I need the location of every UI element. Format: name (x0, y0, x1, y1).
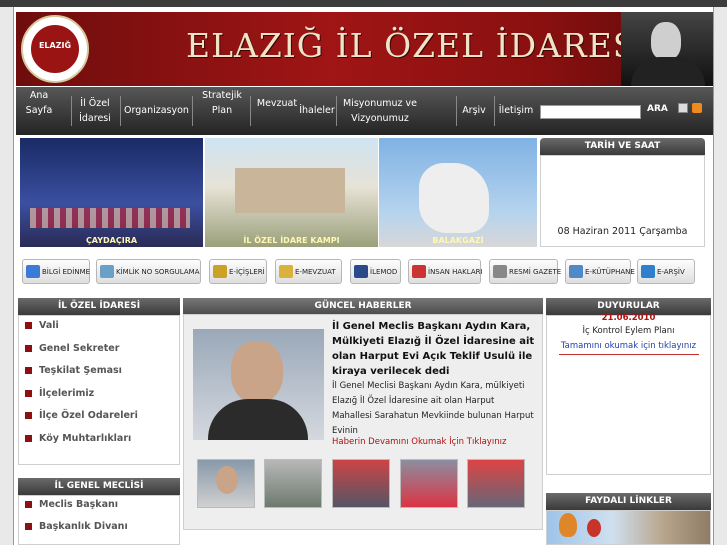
search-button[interactable]: ARA (647, 104, 668, 114)
menu-vali[interactable]: Vali (25, 320, 59, 331)
photo-caption: BALAKGAZİ (432, 236, 484, 245)
menu-koy[interactable]: Köy Muhtarlıkları (25, 433, 131, 444)
menu-meclis-baskani[interactable]: Meclis Başkanı (25, 499, 118, 510)
announcement-more-link[interactable]: Tamamını okumak için tıklayınız (547, 341, 710, 351)
nav-stratejik[interactable]: Stratejik Plan (200, 88, 244, 118)
header-banner: ELAZIĞ ELAZIĞ İL ÖZEL İDARESİ (16, 12, 713, 86)
btn-insan-haklari[interactable]: İNSAN HAKLARI (408, 259, 483, 284)
nav-divider (120, 96, 121, 126)
news-body: İl Genel Meclisi Başkanı Aydın Kara, mül… (332, 381, 534, 436)
nav-misyon[interactable]: Misyonumuz ve Vizyonumuz (342, 96, 418, 126)
nav-home[interactable]: Ana Sayfa (24, 88, 54, 118)
news-thumb[interactable] (197, 459, 255, 508)
menu-teskilat[interactable]: Teşkilat Şeması (25, 365, 122, 376)
announcement-item[interactable]: İç Kontrol Eylem Planı (547, 326, 710, 336)
nav-ihaleler[interactable]: İhaleler (298, 103, 336, 118)
nav-organizasyon[interactable]: Organizasyon (124, 103, 189, 118)
nav-arsiv[interactable]: Arşiv (460, 103, 488, 118)
nav-divider (494, 96, 495, 126)
menu-baskanlik-divani[interactable]: Başkanlık Divanı (25, 521, 128, 532)
btn-e-mevzuat[interactable]: E-MEVZUAT (275, 259, 342, 284)
menu-genel-sekreter[interactable]: Genel Sekreter (25, 343, 119, 354)
announcements-panel: 21.06.2010 İç Kontrol Eylem Planı Tamamı… (546, 313, 711, 475)
book-icon (412, 265, 426, 278)
nav-iletisim[interactable]: İletişim (498, 103, 534, 118)
nav-divider (336, 96, 337, 126)
btn-e-kutuphane[interactable]: E-KÜTÜPHANE (565, 259, 635, 284)
btn-resmi-gazete[interactable]: RESMİ GAZETE (489, 259, 561, 284)
menu-ilceler[interactable]: İlçelerimiz (25, 388, 94, 399)
announcement-date: 21.06.2010 (601, 313, 656, 323)
nav-divider (192, 96, 193, 126)
nav-divider (456, 96, 457, 126)
info-icon (26, 265, 40, 278)
news-thumb[interactable] (332, 459, 390, 508)
news-thumb[interactable] (467, 459, 525, 508)
print-icon[interactable] (678, 103, 688, 113)
current-date: 08 Haziran 2011 Çarşamba (557, 226, 688, 237)
rss-icon[interactable] (692, 103, 702, 113)
links-banner[interactable] (546, 510, 711, 545)
news-photo[interactable] (193, 329, 324, 440)
news-thumb[interactable] (400, 459, 458, 508)
news-more-link[interactable]: Haberin Devamını Okumak İçin Tıklayınız (332, 437, 536, 447)
left-menu-ozel: Vali Genel Sekreter Teşkilat Şeması İlçe… (18, 315, 180, 465)
photo-caption: İL ÖZEL İDARE KAMPI (243, 236, 340, 245)
search-input[interactable] (540, 105, 641, 119)
nav-divider (250, 96, 251, 126)
newspaper-icon (493, 265, 507, 278)
news-thumb[interactable] (264, 459, 322, 508)
nav-divider (71, 96, 72, 126)
photo-caydacira[interactable]: ÇAYDAÇIRA (20, 138, 203, 247)
photo-kamp[interactable]: İL ÖZEL İDARE KAMPI (205, 138, 378, 247)
photo-balakgazi[interactable]: BALAKGAZİ (379, 138, 537, 247)
btn-bilgi-edinme[interactable]: BİLGİ EDİNME (22, 259, 90, 284)
library-icon (569, 265, 583, 278)
menu-ilce-ozel[interactable]: İlçe Özel Odareleri (25, 410, 138, 421)
photo-caption: ÇAYDAÇIRA (85, 236, 138, 245)
btn-e-icisleri[interactable]: E-İÇİŞLERİ (209, 259, 267, 284)
btn-ilemod[interactable]: İLEMOD (350, 259, 401, 284)
site-title: ELAZIĞ İL ÖZEL İDARESİ (186, 26, 651, 65)
divider (559, 354, 699, 355)
top-strip (0, 0, 727, 7)
news-headline[interactable]: İl Genel Meclis Başkanı Aydın Kara, Mülk… (332, 319, 536, 379)
left-menu-meclis: Meclis Başkanı Başkanlık Divanı (18, 495, 180, 545)
seal-text: ELAZIĞ (38, 41, 72, 50)
archive-icon (641, 265, 655, 278)
ataturk-portrait (621, 12, 713, 86)
monitor-icon (354, 265, 368, 278)
links-title: FAYDALI LİNKLER (546, 493, 711, 510)
emblem-icon (213, 265, 227, 278)
id-card-icon (100, 265, 114, 278)
date-panel-title: TARİH VE SAAT (540, 138, 705, 155)
document-icon (279, 265, 293, 278)
btn-e-arsiv[interactable]: E-ARŞİV (637, 259, 695, 284)
news-title: GÜNCEL HABERLER (183, 298, 543, 315)
nav-il-ozel[interactable]: İl Özel İdaresi (76, 96, 114, 126)
left-title-meclis: İL GENEL MECLİSİ (18, 478, 180, 495)
btn-kimlik[interactable]: KİMLİK NO SORGULAMA (96, 259, 201, 284)
date-panel: 08 Haziran 2011 Çarşamba (540, 155, 705, 247)
left-title-ozel: İL ÖZEL İDARESİ (18, 298, 180, 315)
seal-logo[interactable]: ELAZIĞ (21, 15, 89, 83)
nav-mevzuat[interactable]: Mevzuat (256, 96, 298, 111)
